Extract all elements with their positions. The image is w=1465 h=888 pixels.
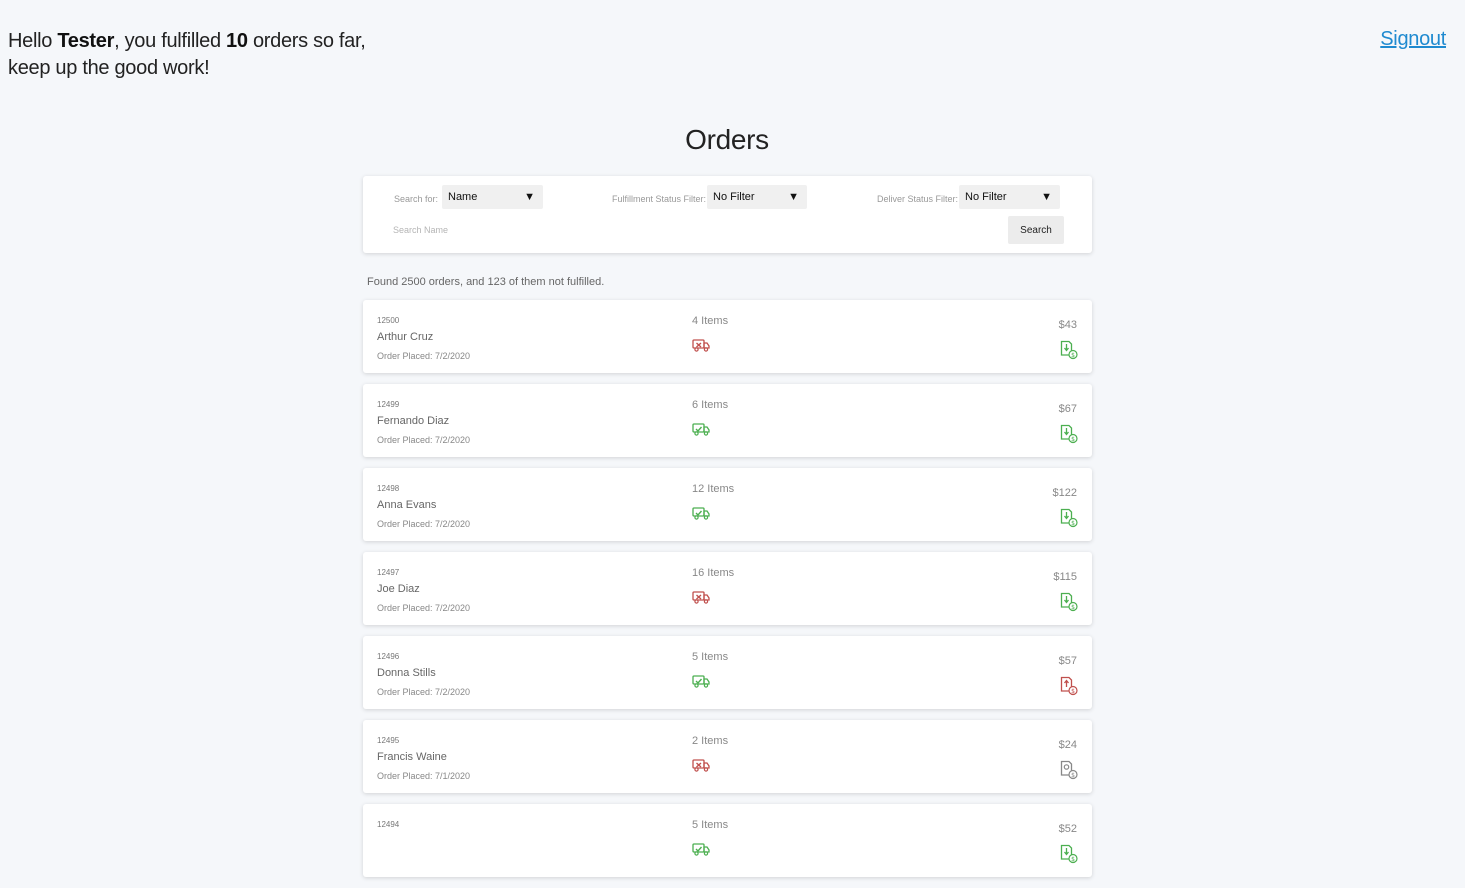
- item-count: 5 Items: [692, 651, 729, 663]
- order-id: 12497: [377, 568, 400, 577]
- fulfillment-filter-value: No Filter: [713, 191, 755, 203]
- order-list: 12500 Arthur Cruz Order Placed: 7/2/2020…: [363, 300, 1092, 888]
- truck-check-icon: [692, 842, 710, 856]
- search-for-label: Search for:: [394, 194, 439, 204]
- order-id: 12496: [377, 652, 400, 661]
- truck-x-icon: [692, 590, 710, 604]
- order-card[interactable]: 12497 Joe Diaz Order Placed: 7/2/2020 16…: [363, 552, 1092, 625]
- order-card[interactable]: 12499 Fernando Diaz Order Placed: 7/2/20…: [363, 384, 1092, 457]
- chevron-down-icon: ▼: [788, 191, 799, 203]
- page-title: Orders: [685, 124, 769, 155]
- truck-check-icon: [692, 506, 710, 520]
- invoice-paid-icon: $: [1060, 592, 1078, 612]
- svg-text:$: $: [1071, 856, 1075, 863]
- deliver-filter-select[interactable]: No Filter ▼: [959, 185, 1060, 209]
- order-date: Order Placed: 7/2/2020: [377, 519, 471, 529]
- search-button[interactable]: Search: [1008, 216, 1064, 244]
- item-count: 16 Items: [692, 567, 735, 579]
- invoice-paid-icon: $: [1060, 424, 1078, 444]
- order-card[interactable]: 12496 Donna Stills Order Placed: 7/2/202…: [363, 636, 1092, 709]
- chevron-down-icon: ▼: [1041, 191, 1052, 203]
- item-count: 12 Items: [692, 483, 735, 495]
- truck-check-icon: [692, 674, 710, 688]
- order-id: 12499: [377, 400, 400, 409]
- order-price: $115: [1053, 571, 1077, 583]
- order-id: 12498: [377, 484, 400, 493]
- invoice-paid-icon: $: [1060, 340, 1078, 360]
- truck-x-icon: [692, 338, 710, 352]
- greeting-hello: Hello: [8, 30, 53, 52]
- greeting-line2: keep up the good work!: [8, 57, 210, 79]
- order-card[interactable]: 12500 Arthur Cruz Order Placed: 7/2/2020…: [363, 300, 1092, 373]
- filter-panel: Search for: Name ▼ Fulfillment Status Fi…: [363, 176, 1092, 253]
- customer-name: Donna Stills: [377, 667, 436, 679]
- signout-link[interactable]: Signout: [1380, 28, 1446, 51]
- order-date: Order Placed: 7/2/2020: [377, 435, 471, 445]
- customer-name: Anna Evans: [377, 499, 437, 511]
- order-price: $57: [1058, 655, 1077, 667]
- greeting-mid: , you fulfilled: [114, 30, 221, 52]
- deliver-filter-label: Deliver Status Filter:: [877, 194, 959, 204]
- order-date: Order Placed: 7/2/2020: [377, 687, 471, 697]
- item-count: 4 Items: [692, 315, 729, 327]
- search-for-select[interactable]: Name ▼: [442, 185, 543, 209]
- order-date: Order Placed: 7/2/2020: [377, 603, 471, 613]
- order-id: 12494: [377, 820, 400, 829]
- svg-text:$: $: [1071, 352, 1075, 359]
- deliver-filter-value: No Filter: [965, 191, 1007, 203]
- svg-text:$: $: [1071, 604, 1075, 611]
- greeting-end: orders so far,: [252, 30, 366, 52]
- order-date: Order Placed: 7/2/2020: [377, 351, 471, 361]
- invoice-pending-icon: $: [1060, 760, 1078, 780]
- truck-x-icon: [692, 758, 710, 772]
- order-date: Order Placed: 7/1/2020: [377, 771, 471, 781]
- order-id: 12495: [377, 736, 400, 745]
- customer-name: Arthur Cruz: [377, 331, 434, 343]
- svg-text:$: $: [1071, 772, 1075, 779]
- svg-text:$: $: [1071, 688, 1075, 695]
- svg-text:$: $: [1071, 520, 1075, 527]
- order-card[interactable]: 12498 Anna Evans Order Placed: 7/2/2020 …: [363, 468, 1092, 541]
- customer-name: Joe Diaz: [377, 583, 420, 595]
- fulfilled-count: 10: [226, 30, 248, 52]
- item-count: 6 Items: [692, 399, 729, 411]
- invoice-refund-icon: $: [1060, 676, 1078, 696]
- order-card[interactable]: 12495 Francis Waine Order Placed: 7/1/20…: [363, 720, 1092, 793]
- order-price: $24: [1058, 739, 1077, 751]
- order-price: $67: [1058, 403, 1077, 415]
- search-for-value: Name: [448, 191, 478, 203]
- chevron-down-icon: ▼: [524, 191, 535, 203]
- order-id: 12500: [377, 316, 400, 325]
- order-price: $52: [1058, 823, 1077, 835]
- invoice-paid-icon: $: [1060, 508, 1078, 528]
- user-name: Tester: [57, 30, 115, 52]
- order-price: $122: [1052, 487, 1077, 499]
- truck-check-icon: [692, 422, 710, 436]
- customer-name: Francis Waine: [377, 751, 447, 763]
- customer-name: Fernando Diaz: [377, 415, 450, 427]
- item-count: 2 Items: [692, 735, 729, 747]
- search-input[interactable]: [389, 219, 997, 241]
- fulfillment-filter-label: Fulfillment Status Filter:: [612, 194, 707, 204]
- item-count: 5 Items: [692, 819, 729, 831]
- invoice-paid-icon: $: [1060, 844, 1078, 864]
- order-price: $43: [1058, 319, 1077, 331]
- svg-text:$: $: [1071, 436, 1075, 443]
- greeting-message: Hello Tester, you fulfilled 10 orders so…: [8, 28, 366, 82]
- results-summary: Found 2500 orders, and 123 of them not f…: [367, 276, 605, 288]
- fulfillment-filter-select[interactable]: No Filter ▼: [707, 185, 807, 209]
